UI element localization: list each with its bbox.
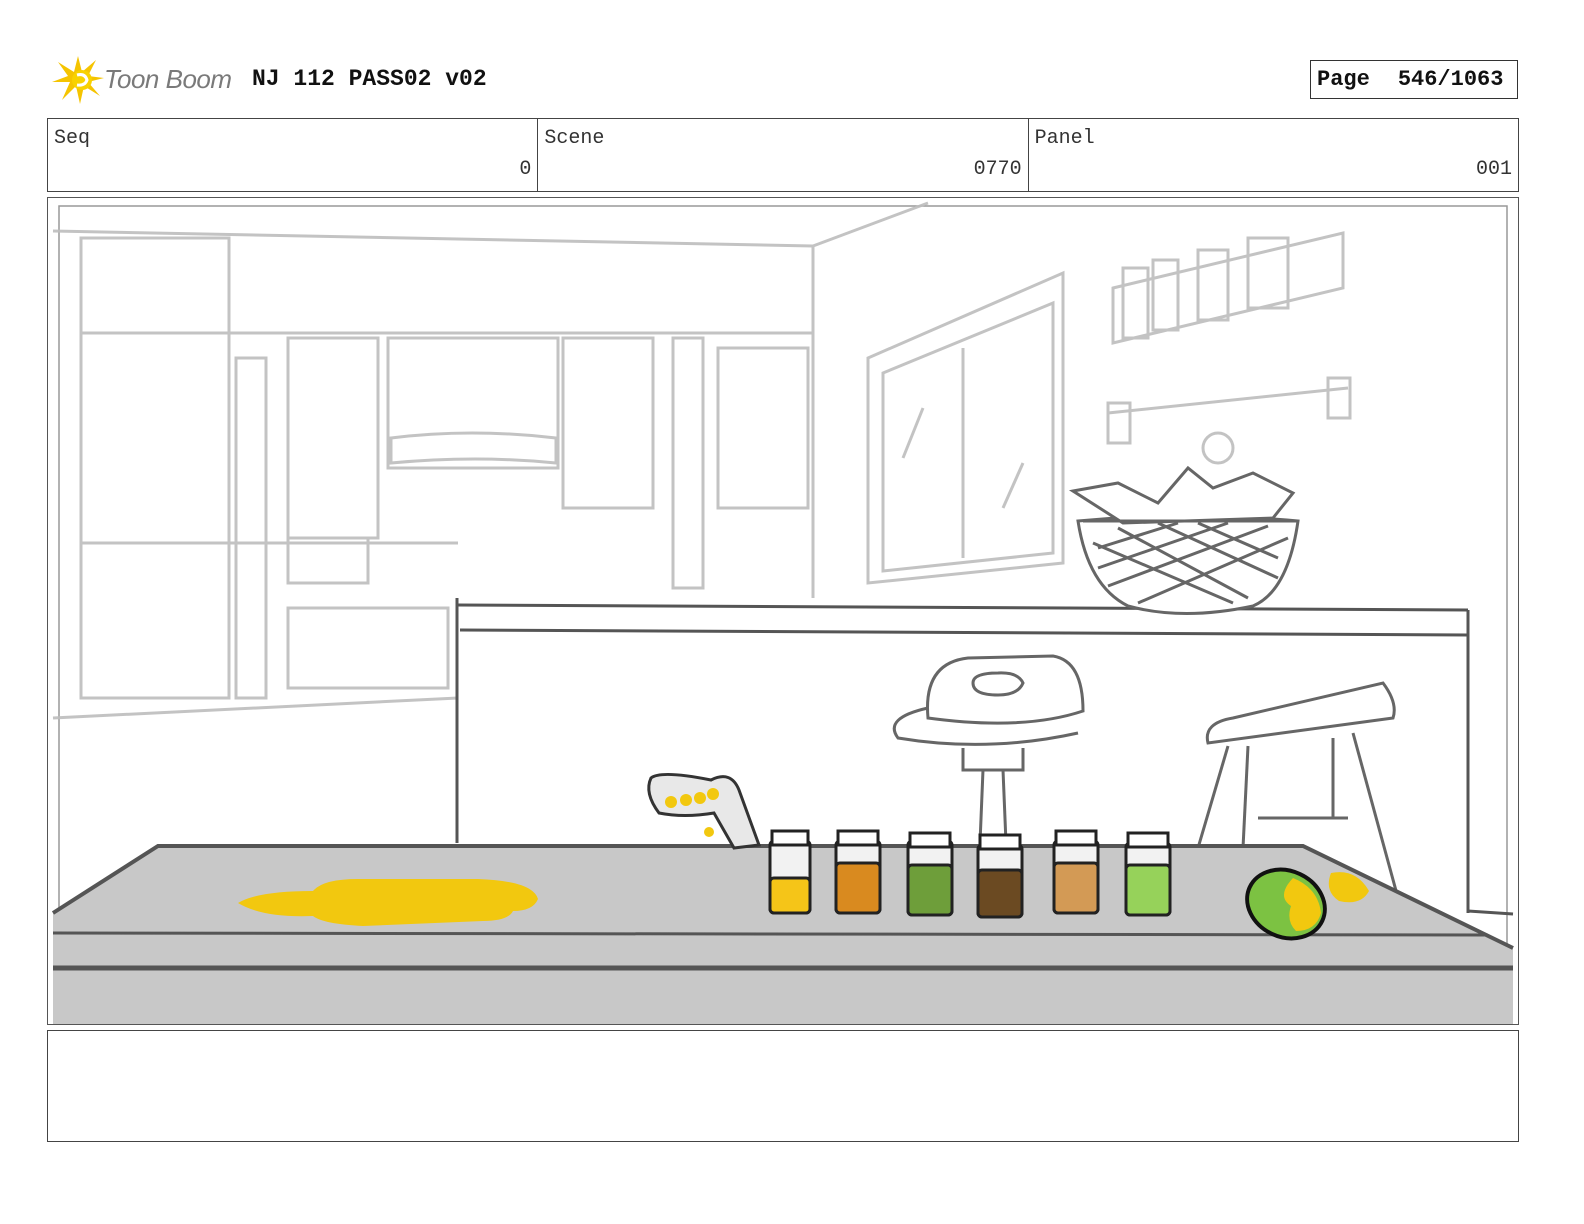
storyboard-panel [47, 197, 1519, 1025]
storyboard-info-row: Seq 0 Scene 0770 Panel 001 [47, 118, 1519, 192]
background-kitchen [52, 201, 1352, 720]
page-label: Page [1317, 67, 1370, 92]
kitchen-sketch [51, 201, 1514, 1024]
scene-cell: Scene 0770 [538, 119, 1029, 191]
page-number: 546/1063 [1397, 67, 1504, 92]
spice-jar [976, 833, 1024, 919]
panel-value: 001 [1475, 158, 1512, 181]
toon-boom-logo: Toon Boom [50, 52, 240, 108]
project-title: NJ 112 PASS02 v02 [252, 66, 487, 92]
chip-basket [1068, 465, 1300, 615]
scene-label: Scene [544, 127, 605, 150]
burst-star-icon [52, 56, 104, 104]
panel-notes-box [47, 1030, 1519, 1142]
seq-cell: Seq 0 [48, 119, 539, 191]
chip-dish [647, 773, 762, 850]
spice-jar [834, 829, 882, 915]
panel-label: Panel [1034, 127, 1095, 150]
panel-cell: Panel 001 [1029, 119, 1518, 191]
seq-value: 0 [519, 158, 532, 181]
spice-jar [1124, 831, 1172, 917]
scene-value: 0770 [973, 158, 1022, 181]
spice-jar [1052, 829, 1100, 915]
seq-label: Seq [54, 127, 91, 150]
logo-wordmark: Toon Boom [104, 64, 232, 94]
spice-jar [768, 829, 812, 915]
spice-jar [906, 831, 954, 917]
page-indicator: Page 546/1063 [1310, 60, 1518, 99]
